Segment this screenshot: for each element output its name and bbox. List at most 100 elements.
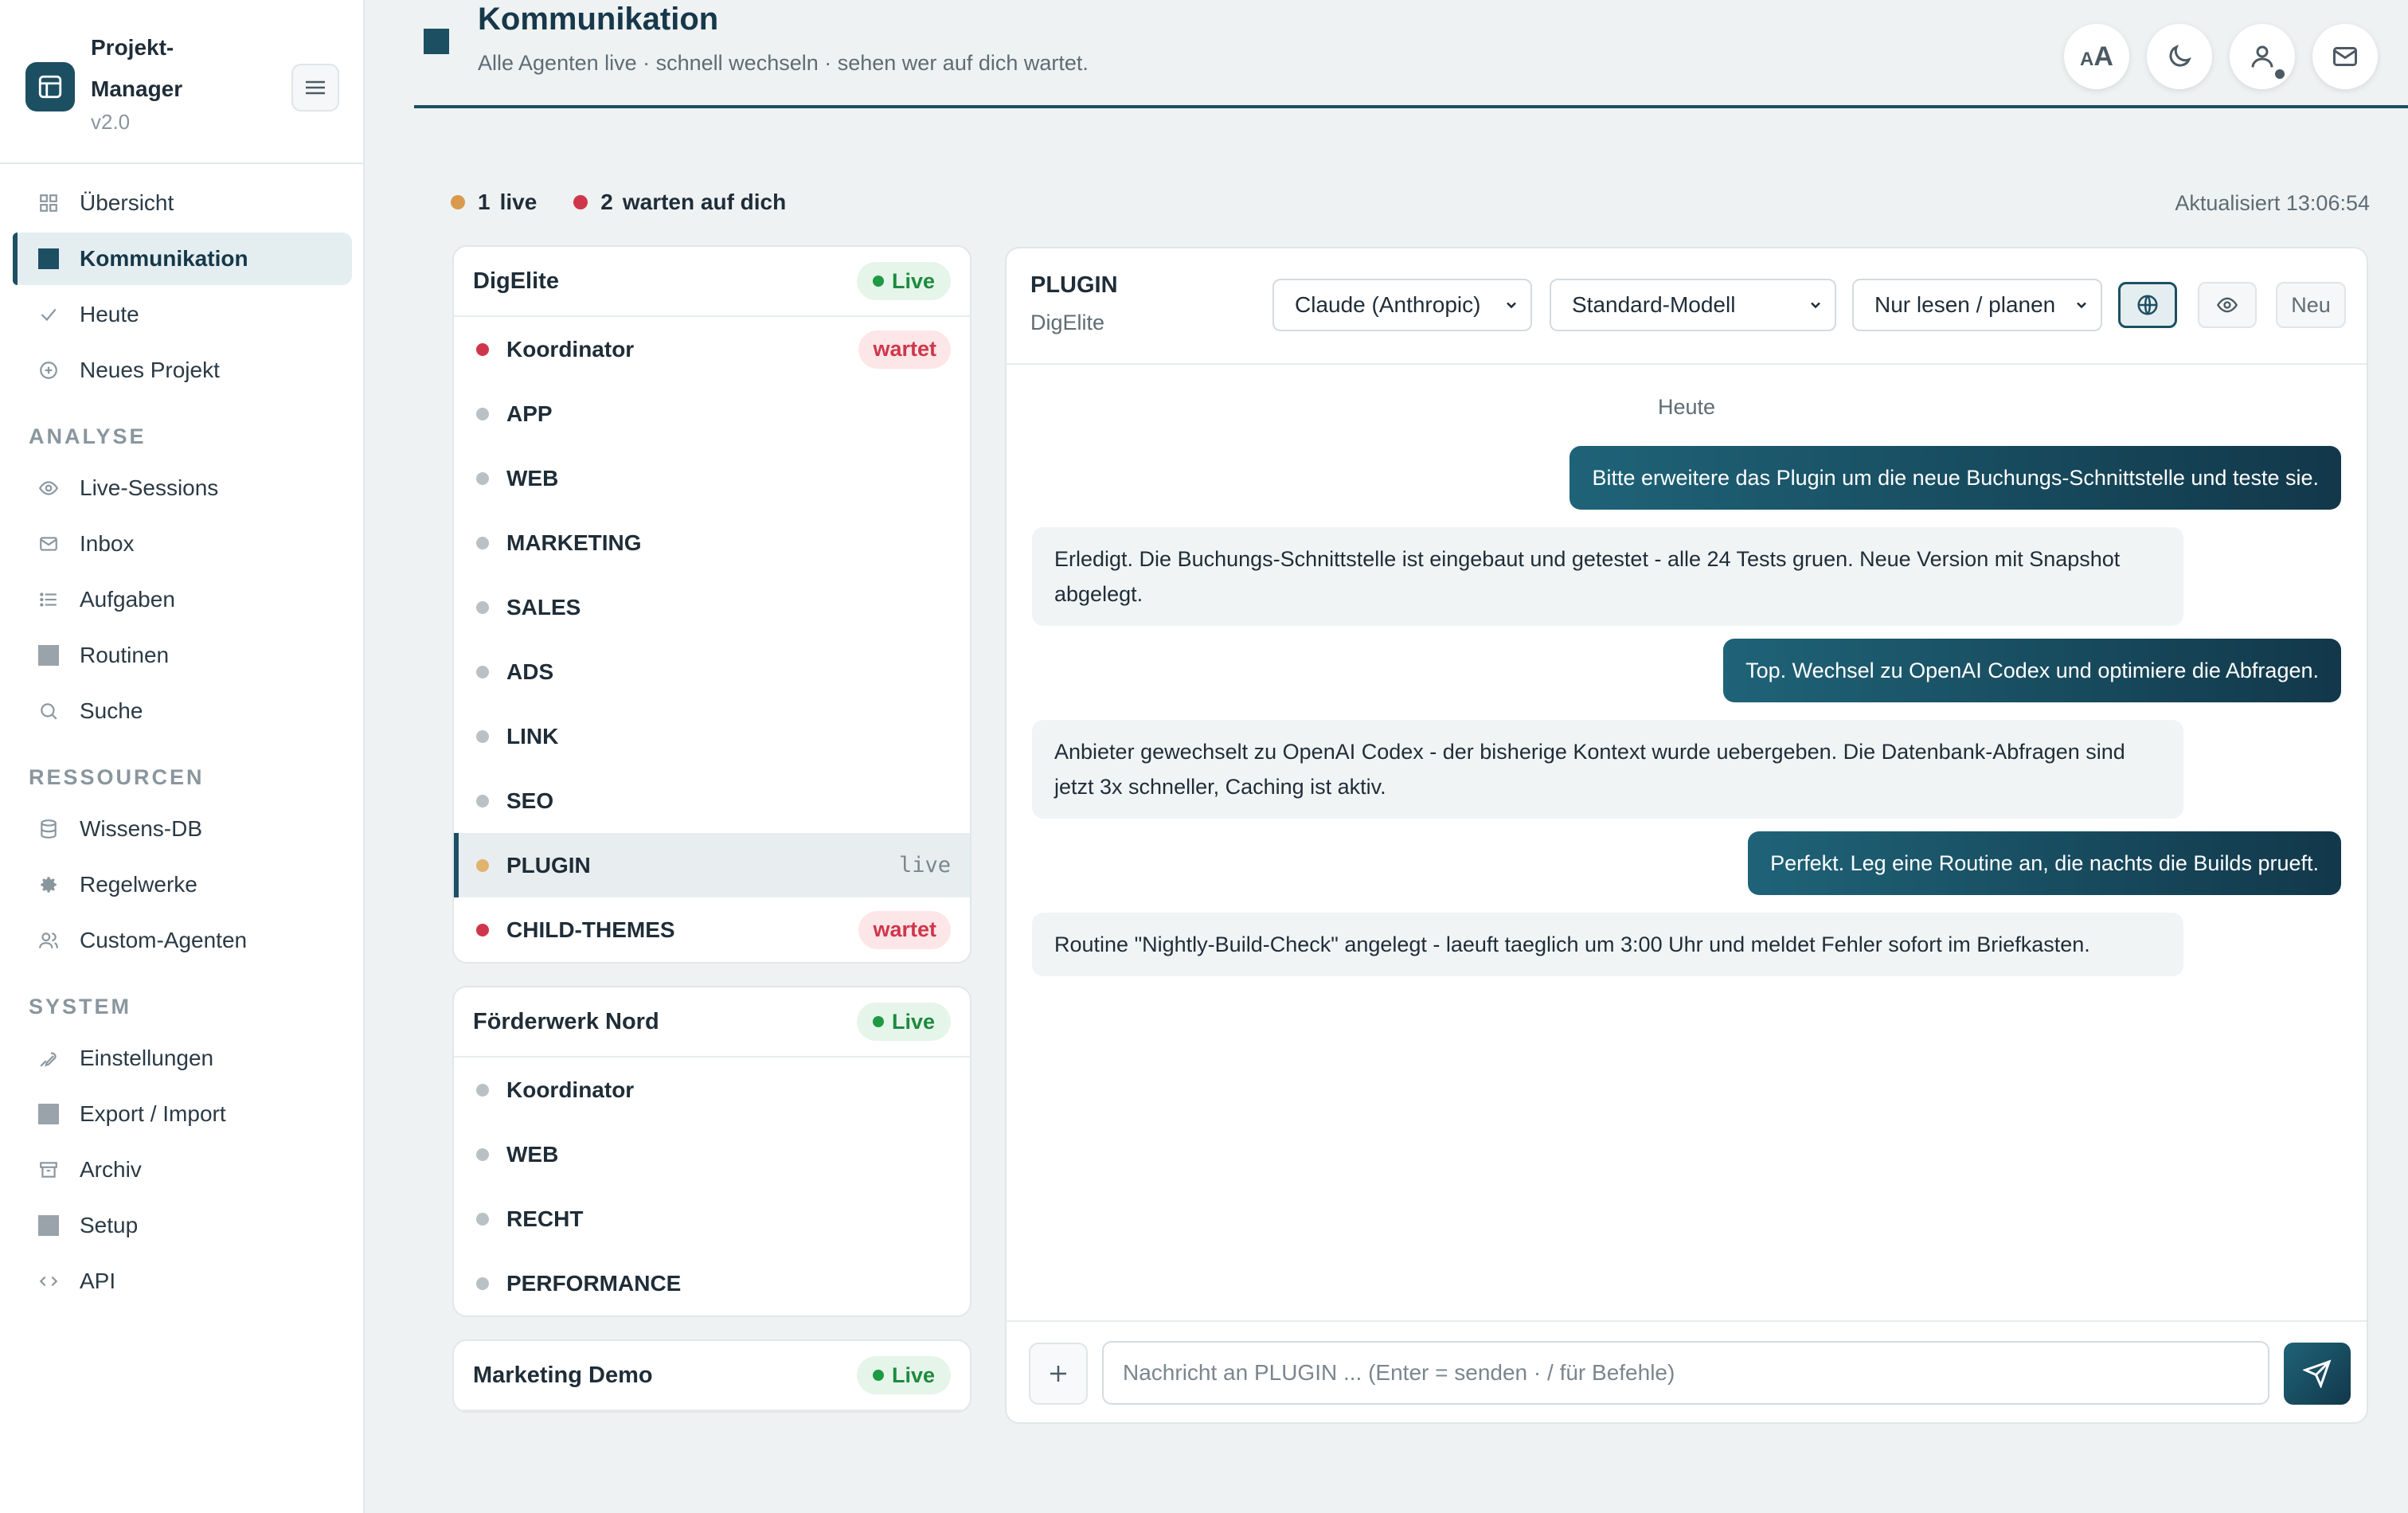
sidebar-item-label: Custom-Agenten — [80, 928, 248, 952]
send-icon — [2303, 1359, 2332, 1388]
agent-item-app[interactable]: APP — [454, 381, 970, 446]
plus-circle-icon — [37, 358, 61, 382]
agent-item-plugin[interactable]: PLUGIN live — [454, 833, 970, 897]
agent-item-web[interactable]: WEB — [454, 1122, 970, 1187]
web-access-toggle[interactable] — [2118, 282, 2177, 328]
sidebar-item-aufgaben[interactable]: Aufgaben — [13, 573, 352, 626]
sidebar-item-custom-agenten[interactable]: Custom-Agenten — [13, 914, 352, 967]
sidebar-nav: Übersicht Kommunikation Heute Neues Proj… — [13, 177, 352, 1311]
agent-name: Koordinator — [506, 1077, 635, 1102]
agent-name: RECHT — [506, 1206, 584, 1231]
chat-agent-name: PLUGIN — [1030, 272, 1118, 298]
agent-name: WEB — [506, 465, 559, 491]
agent-item-marketing[interactable]: MARKETING — [454, 510, 970, 575]
mode-value: Nur lesen / planen — [1874, 292, 2056, 317]
sidebar-item-heute[interactable]: Heute — [13, 288, 352, 341]
day-separator: Heute — [1657, 395, 1716, 419]
section-label-system: SYSTEM — [29, 994, 132, 1018]
send-button[interactable] — [2284, 1343, 2351, 1405]
agent-item-child-themes[interactable]: CHILD-THEMES wartet — [454, 897, 970, 962]
agent-item-web[interactable]: WEB — [454, 446, 970, 510]
agent-item-koordinator[interactable]: Koordinator — [454, 1058, 970, 1122]
chevron-down-icon — [2077, 302, 2086, 309]
section-label-ressourcen: RESSOURCEN — [29, 764, 205, 789]
plus-icon — [1050, 1366, 1066, 1382]
sidebar-item-label: Neues Projekt — [80, 358, 220, 382]
sidebar-item-wissens-db[interactable]: Wissens-DB — [13, 803, 352, 855]
chevron-down-icon — [1507, 302, 1516, 309]
presence-indicator — [2273, 67, 2287, 81]
project-list: DigElite Live Koordinator wartet APP WEB… — [452, 245, 971, 1424]
sidebar-item-setup[interactable]: Setup — [13, 1199, 352, 1252]
code-icon — [37, 1269, 61, 1293]
page-title: Kommunikation — [478, 2, 719, 37]
sidebar-divider — [0, 162, 363, 164]
provider-select[interactable]: Claude (Anthropic) — [1272, 279, 1532, 331]
mode-select[interactable]: Nur lesen / planen — [1852, 279, 2102, 331]
list-icon — [37, 588, 61, 612]
user-icon — [2251, 45, 2273, 68]
messages-button[interactable] — [2312, 24, 2378, 89]
sidebar-item-einstellungen[interactable]: Einstellungen — [13, 1032, 352, 1085]
message-agent: Erledigt. Die Buchungs-Schnittstelle ist… — [1032, 527, 2183, 626]
grid-icon — [37, 191, 61, 215]
status-badge: Live — [856, 1356, 951, 1394]
agent-item-performance[interactable]: PERFORMANCE — [454, 1251, 970, 1316]
sidebar-item-label: Wissens-DB — [80, 816, 203, 841]
font-size-button[interactable]: AA — [2064, 24, 2129, 89]
message-input[interactable] — [1102, 1341, 2269, 1405]
project-name: DigElite — [473, 268, 559, 294]
sidebar: Projekt-Manager v2.0 Übersicht Kommunika… — [0, 0, 365, 1513]
agent-name: Koordinator — [506, 336, 635, 362]
sidebar-item-regelwerke[interactable]: Regelwerke — [13, 858, 352, 911]
watch-toggle[interactable] — [2198, 282, 2257, 328]
waiting-dot-icon — [573, 195, 588, 209]
attach-button[interactable] — [1029, 1343, 1088, 1405]
sidebar-item-neues-projekt[interactable]: Neues Projekt — [13, 344, 352, 397]
sidebar-item-label: Aufgaben — [80, 587, 175, 612]
search-icon — [37, 699, 61, 723]
sidebar-item-archiv[interactable]: Archiv — [13, 1144, 352, 1196]
project-name: Förderwerk Nord — [473, 1008, 659, 1034]
font-size-icon: AA — [2080, 41, 2113, 72]
app-logo-icon — [25, 62, 75, 111]
user-profile-button[interactable] — [2230, 24, 2295, 89]
gear-icon — [37, 873, 61, 897]
sidebar-item-kommunikation[interactable]: Kommunikation — [13, 233, 352, 285]
agent-item-link[interactable]: LINK — [454, 704, 970, 768]
project-card-header[interactable]: DigElite Live — [454, 247, 970, 317]
agent-name: PERFORMANCE — [506, 1270, 682, 1296]
live-label: live — [499, 190, 538, 214]
sidebar-item-label: Archiv — [80, 1157, 142, 1182]
sidebar-item-inbox[interactable]: Inbox — [13, 518, 352, 570]
agent-item-recht[interactable]: RECHT — [454, 1187, 970, 1251]
sidebar-item-routinen[interactable]: Routinen — [13, 629, 352, 682]
agent-item-seo[interactable]: SEO — [454, 768, 970, 833]
idle-dot-icon — [476, 1083, 489, 1097]
square-icon — [37, 1102, 61, 1126]
menu-toggle-button[interactable] — [291, 64, 339, 111]
agent-item-koordinator[interactable]: Koordinator wartet — [454, 317, 970, 381]
sidebar-item-api[interactable]: API — [13, 1255, 352, 1308]
agent-item-sales[interactable]: SALES — [454, 575, 970, 639]
sidebar-item-label: Kommunikation — [80, 246, 248, 271]
project-card-header[interactable]: Marketing Demo Live — [454, 1341, 970, 1411]
sidebar-item-uebersicht[interactable]: Übersicht — [13, 177, 352, 229]
new-chat-button[interactable]: Neu — [2276, 282, 2346, 328]
sidebar-item-label: Export / Import — [80, 1101, 226, 1126]
message-composer — [1007, 1320, 2367, 1422]
moon-icon — [2169, 45, 2191, 67]
dark-mode-button[interactable] — [2147, 24, 2212, 89]
square-icon — [37, 1214, 61, 1237]
agent-item-ads[interactable]: ADS — [454, 639, 970, 704]
sidebar-item-label: Heute — [80, 302, 139, 326]
agent-name: WEB — [506, 1141, 559, 1167]
project-card-header[interactable]: Förderwerk Nord Live — [454, 987, 970, 1058]
model-select[interactable]: Standard-Modell — [1550, 279, 1836, 331]
globe-icon — [2137, 295, 2158, 315]
sidebar-item-live-sessions[interactable]: Live-Sessions — [13, 462, 352, 514]
sidebar-item-suche[interactable]: Suche — [13, 685, 352, 737]
idle-dot-icon — [476, 794, 489, 807]
idle-dot-icon — [476, 1147, 489, 1161]
sidebar-item-export-import[interactable]: Export / Import — [13, 1088, 352, 1140]
